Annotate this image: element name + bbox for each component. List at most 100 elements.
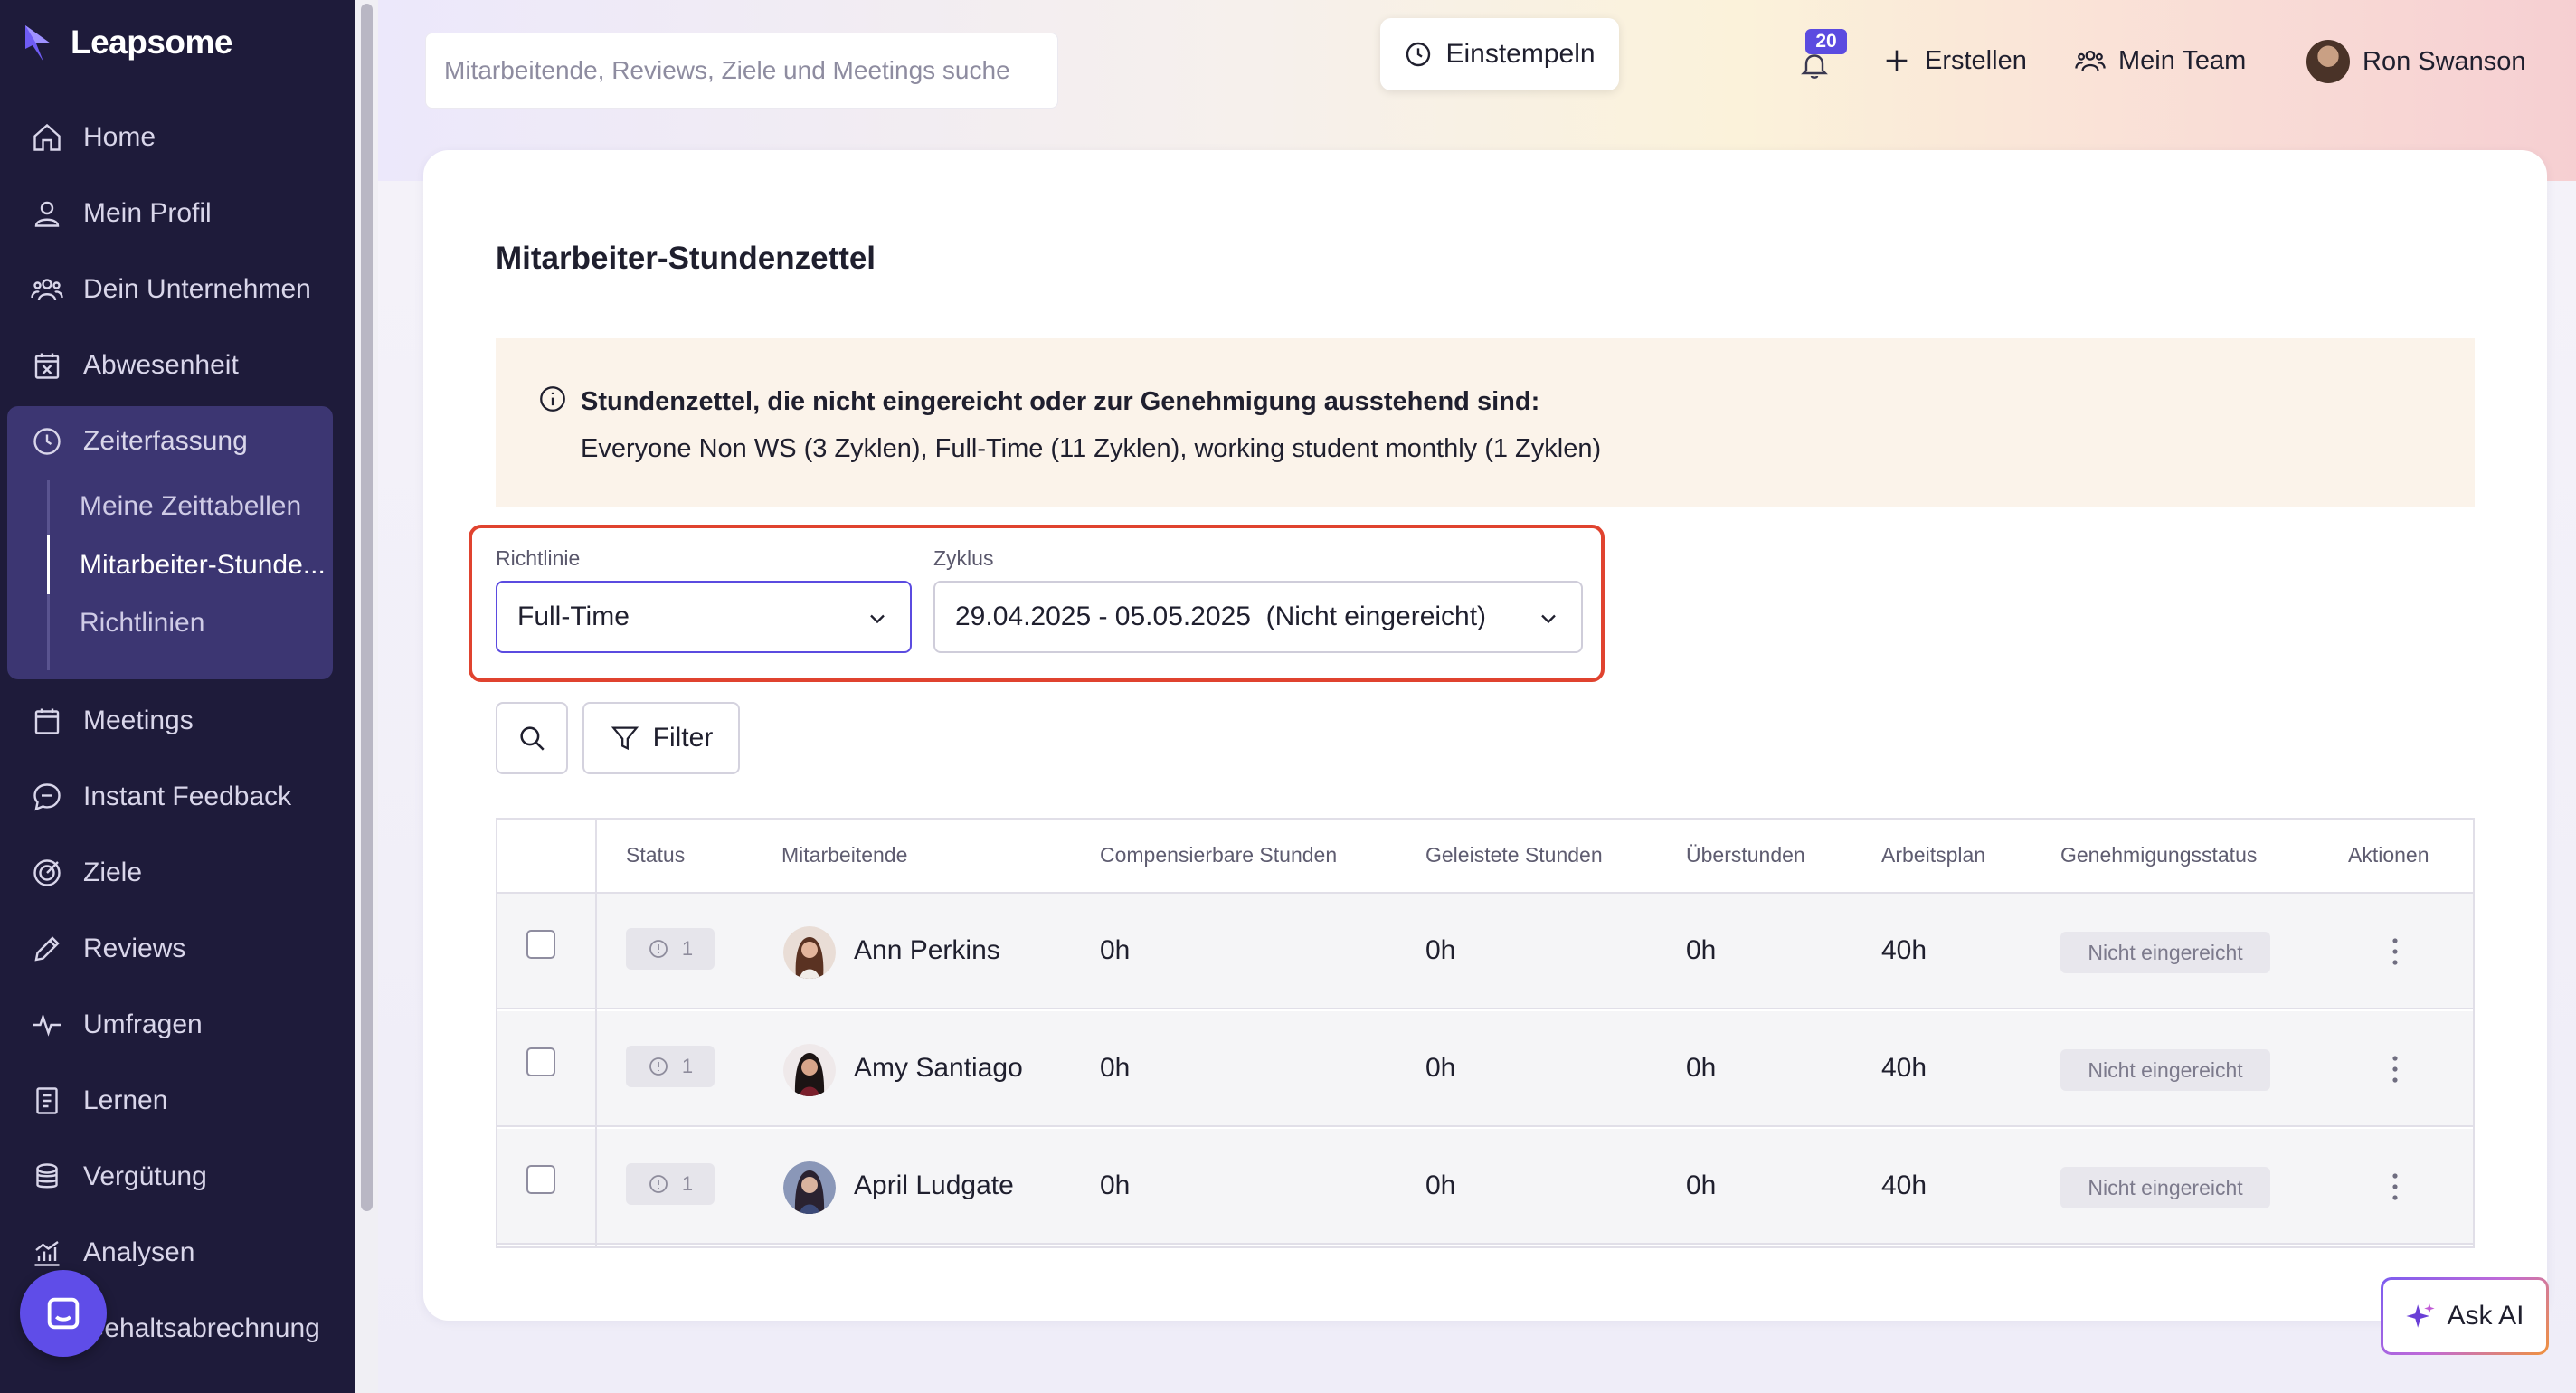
sidebar-subitem-employee-timesheets[interactable]: Mitarbeiter-Stunde... <box>80 537 333 593</box>
sidebar-item-goals[interactable]: Ziele <box>0 841 355 905</box>
sidebar-item-home[interactable]: Home <box>0 106 355 169</box>
cycle-label: Zyklus <box>933 546 994 570</box>
submenu-active-indicator <box>47 535 50 594</box>
sidebar-item-label: Dein Unternehmen <box>83 274 311 304</box>
overtime-hours: 0h <box>1686 1053 1717 1083</box>
sidebar: Leapsome Home Mein Profil Dein Unternehm… <box>0 0 355 1393</box>
clock-icon <box>1406 42 1431 67</box>
row-actions-button[interactable] <box>2384 1049 2406 1089</box>
filter-label: Filter <box>652 723 714 753</box>
column-header-worked-hours[interactable]: Geleistete Stunden <box>1425 843 1603 867</box>
worked-hours: 0h <box>1425 1053 1456 1083</box>
more-vertical-icon <box>2392 1056 2398 1083</box>
alert-icon <box>649 940 668 958</box>
sidebar-item-label: Analysen <box>83 1237 195 1267</box>
chat-icon <box>33 783 61 811</box>
more-vertical-icon <box>2392 938 2398 965</box>
status-count: 1 <box>681 1172 694 1195</box>
book-icon <box>36 1087 58 1114</box>
sidebar-item-profile[interactable]: Mein Profil <box>0 182 355 245</box>
users-icon <box>31 279 63 301</box>
create-label: Erstellen <box>1925 45 2027 75</box>
sidebar-item-label: Ziele <box>83 858 143 887</box>
info-banner <box>496 338 2475 507</box>
sidebar-subitem-policies[interactable]: Richtlinien <box>80 595 333 651</box>
clock-in-button[interactable]: Einstempeln <box>1380 18 1619 90</box>
pulse-icon <box>33 1013 61 1037</box>
leapsome-logo[interactable]: Leapsome <box>24 20 233 65</box>
overtime-hours: 0h <box>1686 935 1717 965</box>
sidebar-item-label: Umfragen <box>83 1009 203 1039</box>
sidebar-item-reviews[interactable]: Reviews <box>0 917 355 981</box>
global-search-input[interactable]: Mitarbeitende, Reviews, Ziele und Meetin… <box>425 33 1058 109</box>
sidebar-item-label: Instant Feedback <box>83 782 292 811</box>
sidebar-item-label: Lernen <box>83 1085 168 1115</box>
compensable-hours: 0h <box>1100 935 1131 965</box>
sidebar-item-instant-feedback[interactable]: Instant Feedback <box>0 765 355 829</box>
my-team-button[interactable]: Mein Team <box>2075 40 2246 81</box>
alert-icon <box>649 1057 668 1076</box>
column-header-compensable-hours[interactable]: Compensierbare Stunden <box>1100 843 1337 867</box>
chat-support-icon <box>47 1297 80 1330</box>
plus-icon <box>1886 50 1908 71</box>
status-badge[interactable]: 1 <box>626 1046 715 1087</box>
row-checkbox[interactable] <box>526 1165 555 1194</box>
table-search-button[interactable] <box>496 702 568 774</box>
sidebar-item-learning[interactable]: Lernen <box>0 1069 355 1132</box>
ask-ai-button[interactable]: Ask AI <box>2381 1277 2549 1355</box>
column-header-status[interactable]: Status <box>626 843 685 867</box>
user-menu-button[interactable]: Ron Swanson <box>2306 38 2526 85</box>
compensable-hours: 0h <box>1100 1053 1131 1083</box>
sidebar-subitem-my-timesheets[interactable]: Meine Zeittabellen <box>80 479 333 535</box>
employee-name[interactable]: Amy Santiago <box>854 1053 1023 1084</box>
search-icon <box>520 726 545 751</box>
employee-name[interactable]: Ann Perkins <box>854 935 1000 966</box>
target-icon <box>33 859 61 886</box>
sidebar-item-label: Vergütung <box>83 1161 207 1191</box>
sidebar-item-label: Zeiterfassung <box>83 426 248 456</box>
sidebar-item-label: Meetings <box>83 706 194 735</box>
filter-button[interactable]: Filter <box>582 702 740 774</box>
sidebar-scrollbar-thumb[interactable] <box>361 4 373 1211</box>
sidebar-item-compensation[interactable]: Vergütung <box>0 1145 355 1208</box>
cycle-select[interactable]: 29.04.2025 - 05.05.2025 (Nicht eingereic… <box>933 581 1583 653</box>
sidebar-item-surveys[interactable]: Umfragen <box>0 993 355 1057</box>
timesheet-table: Status Mitarbeitende Compensierbare Stun… <box>496 818 2475 1248</box>
column-header-employee[interactable]: Mitarbeitende <box>781 843 907 867</box>
table-row[interactable]: 1 April Ludgate 0h 0h 0h 40h Nicht einge… <box>497 1129 2473 1245</box>
sidebar-group-time-tracking: Zeiterfassung Meine Zeittabellen Mitarbe… <box>7 406 333 679</box>
compensable-hours: 0h <box>1100 1170 1131 1200</box>
info-icon <box>540 386 565 412</box>
column-header-schedule[interactable]: Arbeitsplan <box>1881 843 1985 867</box>
table-row[interactable]: 1 Amy Santiago 0h 0h 0h 40h Nicht einger… <box>497 1011 2473 1127</box>
sidebar-item-meetings[interactable]: Meetings <box>0 689 355 753</box>
sidebar-item-company[interactable]: Dein Unternehmen <box>0 258 355 321</box>
row-checkbox[interactable] <box>526 1047 555 1076</box>
pencil-icon <box>34 936 60 962</box>
table-row[interactable]: 1 Ann Perkins 0h 0h 0h 40h Nicht eingere… <box>497 894 2473 1009</box>
avatar <box>783 926 836 979</box>
status-badge[interactable]: 1 <box>626 928 715 970</box>
row-actions-button[interactable] <box>2384 1167 2406 1207</box>
sidebar-item-absence[interactable]: Abwesenheit <box>0 334 355 397</box>
create-button[interactable]: Erstellen <box>1881 40 2027 81</box>
user-avatar <box>2306 40 2350 83</box>
column-header-approval-status[interactable]: Genehmigungsstatus <box>2060 843 2257 867</box>
row-actions-button[interactable] <box>2384 932 2406 971</box>
support-chat-button[interactable] <box>20 1270 107 1357</box>
user-icon <box>34 201 60 227</box>
sidebar-item-time-tracking[interactable]: Zeiterfassung <box>0 410 355 473</box>
coins-icon <box>36 1163 58 1189</box>
calendar-x-icon <box>34 353 60 379</box>
employee-name[interactable]: April Ludgate <box>854 1170 1014 1201</box>
status-badge[interactable]: 1 <box>626 1163 715 1205</box>
row-checkbox[interactable] <box>526 930 555 959</box>
cycle-select-value: 29.04.2025 - 05.05.2025 (Nicht eingereic… <box>955 602 1487 631</box>
schedule-hours: 40h <box>1881 1170 1927 1200</box>
ask-ai-label: Ask AI <box>2447 1301 2524 1331</box>
policy-select[interactable]: Full-Time <box>496 581 912 653</box>
column-header-overtime[interactable]: Überstunden <box>1686 843 1805 867</box>
clock-icon <box>33 428 61 455</box>
info-banner-title: Stundenzettel, die nicht eingereicht ode… <box>581 387 1540 416</box>
chevron-down-icon <box>870 614 885 624</box>
